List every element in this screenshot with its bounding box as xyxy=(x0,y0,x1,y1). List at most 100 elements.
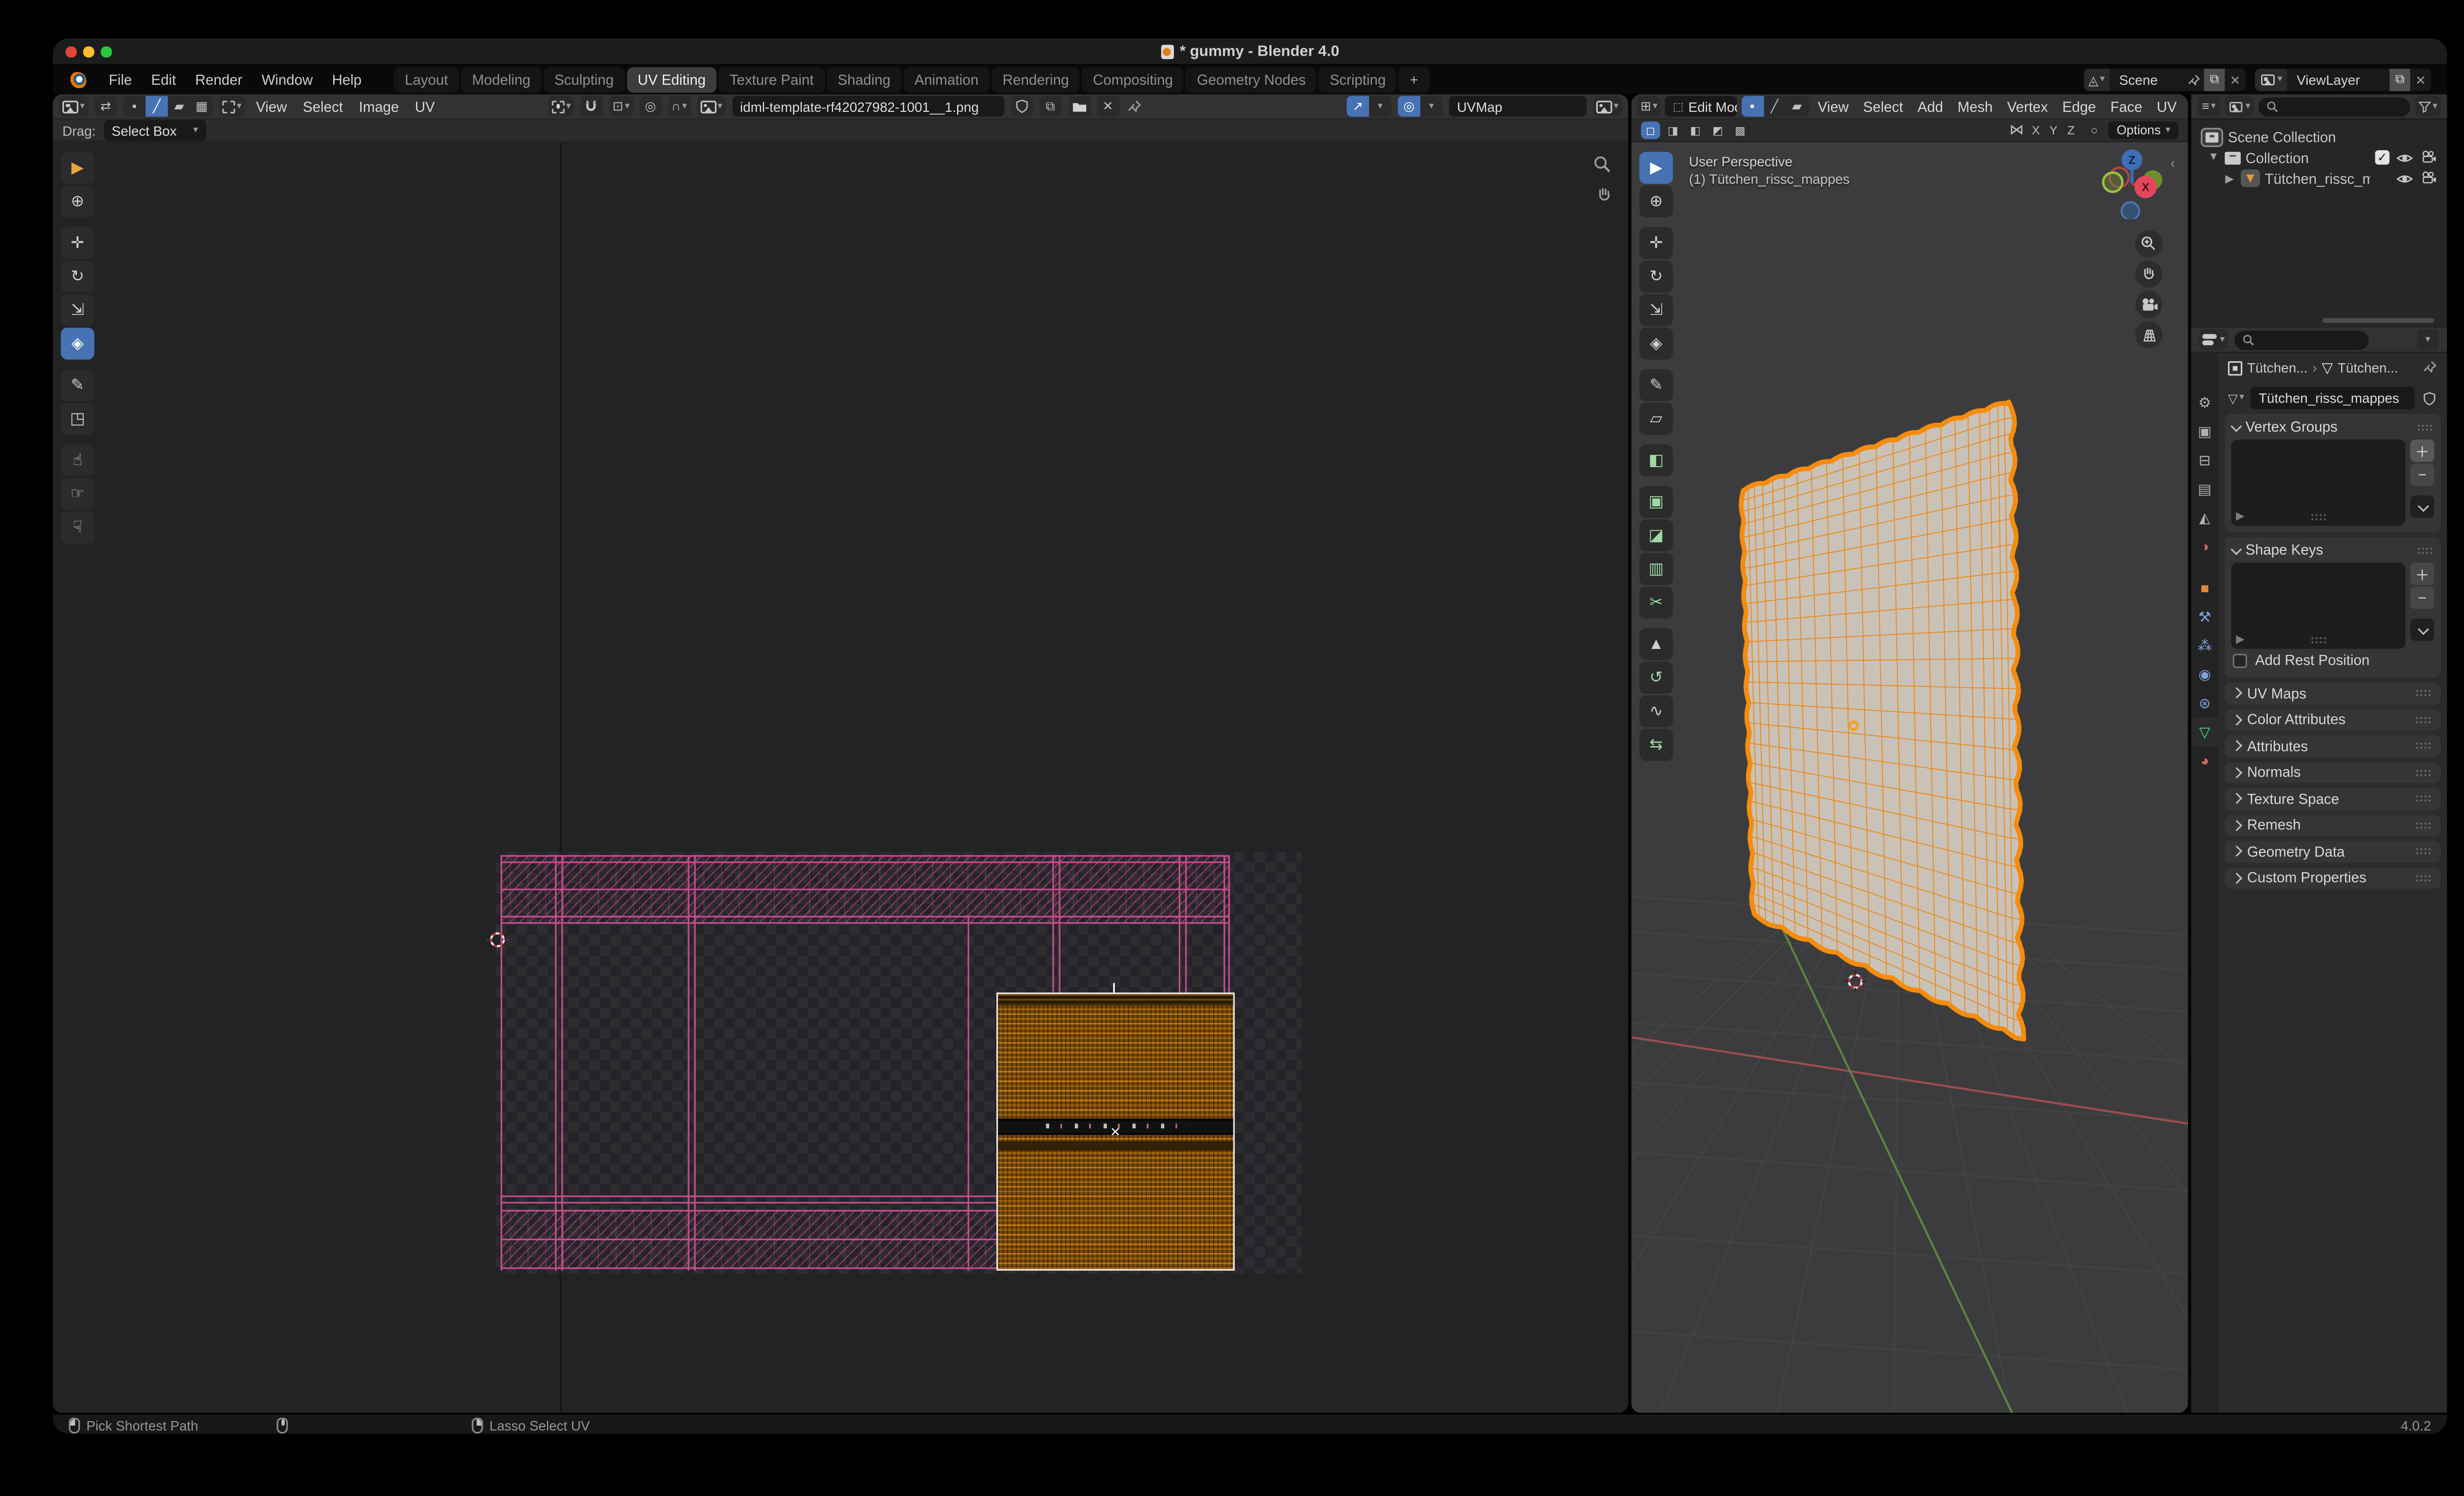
viewlayer-new-button[interactable]: ⧉ xyxy=(2389,68,2410,91)
vp-tool-move[interactable]: ✛ xyxy=(1639,227,1673,259)
viewlayer-remove-button[interactable]: ✕ xyxy=(2410,68,2431,91)
menu-window[interactable]: Window xyxy=(252,67,322,93)
tab-render[interactable]: ▣ xyxy=(2191,417,2218,446)
blender-logo-icon[interactable] xyxy=(68,71,87,89)
mesh-name-field[interactable]: Tütchen_rissc_mappes xyxy=(2250,386,2415,409)
mesh-fake-user-shield-icon[interactable] xyxy=(2418,386,2441,409)
add-shape-key-button[interactable]: ＋ xyxy=(2410,562,2434,585)
uv-editor-type-button[interactable]: ▾ xyxy=(59,96,88,117)
scene-browse-button[interactable]: ◬ ▾ xyxy=(2084,68,2110,91)
vp-canvas[interactable]: User Perspective (1) Tütchen_rissc_mappe… xyxy=(1631,142,2188,1413)
workspace-tab-scripting[interactable]: Scripting xyxy=(1318,67,1397,93)
uv-proportional-falloff-dropdown[interactable]: ∩ ▾ xyxy=(668,96,690,117)
tab-object[interactable]: ■ xyxy=(2191,574,2218,602)
list-resize-grip[interactable] xyxy=(2309,636,2327,645)
uv-select-mode-island[interactable]: ▦ xyxy=(190,96,213,117)
uv-tool-annotate[interactable]: ✎ xyxy=(61,369,95,402)
uv-display-channels-dropdown[interactable]: ▾ xyxy=(1593,96,1622,117)
uv-menu-image[interactable]: Image xyxy=(354,95,404,117)
menu-file[interactable]: File xyxy=(99,67,141,93)
tab-material[interactable]: ◕ xyxy=(2191,747,2218,775)
drag-mode-extend[interactable]: ◨ xyxy=(1663,121,1683,139)
vp-tool-smooth[interactable]: ∿ xyxy=(1639,695,1673,727)
uv-canvas[interactable]: ✕ ▶ ⊕ ✛ ↻ ⇲ ◈ ✎ ◳ ☝ ☞ ☟ xyxy=(53,142,1628,1413)
vp-menu-edge[interactable]: Edge xyxy=(2057,95,2101,117)
uv-menu-uv[interactable]: UV xyxy=(410,95,440,117)
uv-overlays-dropdown[interactable]: ▾ xyxy=(1420,96,1443,117)
vp-tool-annotate[interactable]: ✎ xyxy=(1639,369,1673,402)
vp-tool-measure[interactable]: ▱ xyxy=(1639,403,1673,435)
panel-attributes[interactable]: Attributes xyxy=(2224,735,2441,757)
drag-mode-set[interactable]: ◻ xyxy=(1641,121,1660,139)
vp-menu-face[interactable]: Face xyxy=(2106,95,2147,117)
expand-arrow-icon-right[interactable]: ▶ xyxy=(2223,172,2236,185)
drag-mode-intersect[interactable]: ▩ xyxy=(1730,121,1750,139)
vp-tool-bevel[interactable]: ◪ xyxy=(1639,519,1673,552)
mirror-x-toggle[interactable]: X xyxy=(2027,121,2045,139)
workspace-tab-geometry-nodes[interactable]: Geometry Nodes xyxy=(1186,67,1317,93)
panel-custom-properties[interactable]: Custom Properties xyxy=(2224,867,2441,889)
vp-tool-cursor[interactable]: ⊕ xyxy=(1639,185,1673,218)
uv-tool-pinch[interactable]: ☟ xyxy=(61,511,95,544)
uv-image-copy-icon[interactable]: ⧉ xyxy=(1039,96,1061,117)
workspace-tab-rendering[interactable]: Rendering xyxy=(991,67,1080,93)
select-mode-edge[interactable]: ╱ xyxy=(1763,96,1786,117)
navigation-gizmo[interactable]: Z X xyxy=(2098,145,2169,219)
vp-pan-hand-icon[interactable] xyxy=(2135,260,2162,288)
vp-tool-select-box[interactable]: ▶ xyxy=(1639,152,1673,184)
panel-remesh[interactable]: Remesh xyxy=(2224,814,2441,836)
workspace-tab-modeling[interactable]: Modeling xyxy=(461,67,542,93)
workspace-tab-sculpting[interactable]: Sculpting xyxy=(543,67,625,93)
uv-select-mode-edge[interactable]: ╱ xyxy=(145,96,168,117)
uv-overlays-toggle[interactable]: ◎ xyxy=(1398,96,1420,117)
drag-mode-invert[interactable]: ◩ xyxy=(1708,121,1728,139)
tab-physics[interactable]: ◉ xyxy=(2191,660,2218,689)
list-resize-grip[interactable] xyxy=(2309,513,2327,521)
shape-keys-list[interactable]: ▶ xyxy=(2231,562,2406,649)
properties-pin-icon[interactable] xyxy=(2422,360,2437,375)
tab-particles[interactable]: ⁂ xyxy=(2191,631,2218,660)
workspace-tab-compositing[interactable]: Compositing xyxy=(1082,67,1184,93)
mirror-icon[interactable]: ⋈ xyxy=(2010,122,2024,139)
menu-help[interactable]: Help xyxy=(322,67,371,93)
add-rest-position-checkbox[interactable] xyxy=(2232,653,2247,668)
vp-tool-inset-faces[interactable]: ▣ xyxy=(1639,486,1673,518)
vp-menu-add[interactable]: Add xyxy=(1913,95,1948,117)
uv-tool-move[interactable]: ✛ xyxy=(61,227,95,259)
uv-pan-hand-icon[interactable] xyxy=(1595,185,1614,204)
vp-tool-loop-cut[interactable]: ▥ xyxy=(1639,553,1673,585)
vp-menu-view[interactable]: View xyxy=(1813,95,1853,117)
vp-tool-spin[interactable]: ↺ xyxy=(1639,661,1673,694)
mode-dropdown[interactable]: ⬚Edit Mode▾ xyxy=(1665,96,1737,117)
workspace-tab-uv-editing[interactable]: UV Editing xyxy=(626,67,717,93)
drag-mode-subtract[interactable]: ◧ xyxy=(1685,121,1705,139)
disable-render-camera-icon2[interactable] xyxy=(2420,171,2437,185)
snap-options-icon[interactable]: ○ xyxy=(2083,121,2106,139)
workspace-tab-shading[interactable]: Shading xyxy=(826,67,902,93)
select-mode-face[interactable]: ▰ xyxy=(1785,96,1809,117)
vp-camera-view-icon[interactable] xyxy=(2135,291,2162,318)
outliner-scrollbar[interactable] xyxy=(2322,318,2434,322)
workspace-tab-layout[interactable]: Layout xyxy=(393,67,459,93)
menu-render[interactable]: Render xyxy=(186,67,252,93)
tab-world[interactable]: ◑ xyxy=(2191,532,2218,561)
scene-unlink-button[interactable]: ✕ xyxy=(2224,68,2246,91)
collection-checkbox[interactable]: ✓ xyxy=(2375,150,2390,165)
uv-sync-selection-toggle[interactable]: ⇄ xyxy=(94,96,117,117)
add-vertex-group-button[interactable]: ＋ xyxy=(2410,439,2434,462)
properties-options-dropdown[interactable]: ▾ xyxy=(2416,329,2439,350)
vp-tool-edge-slide[interactable]: ⇆ xyxy=(1639,729,1673,761)
uv-map-field[interactable]: UVMap xyxy=(1449,96,1587,117)
uv-tool-grab[interactable]: ☝ xyxy=(61,444,95,476)
tab-tool[interactable]: ⚙ xyxy=(2191,388,2218,417)
uv-proportional-editing-toggle[interactable]: ◎ xyxy=(639,96,662,117)
uv-tool-scale[interactable]: ⇲ xyxy=(61,294,95,326)
hide-eye-icon[interactable] xyxy=(2396,151,2414,164)
properties-editor-type-button[interactable]: ▾ xyxy=(2199,329,2228,350)
vp-tool-rotate[interactable]: ↻ xyxy=(1639,260,1673,293)
list-filter-arrow-icon[interactable]: ▶ xyxy=(2236,633,2244,646)
vp-ortho-grid-icon[interactable] xyxy=(2135,321,2162,349)
panel-grip-icon[interactable] xyxy=(2416,422,2434,431)
panel-grip-icon[interactable] xyxy=(2416,545,2434,554)
uv-pin-icon[interactable] xyxy=(1126,98,1141,114)
